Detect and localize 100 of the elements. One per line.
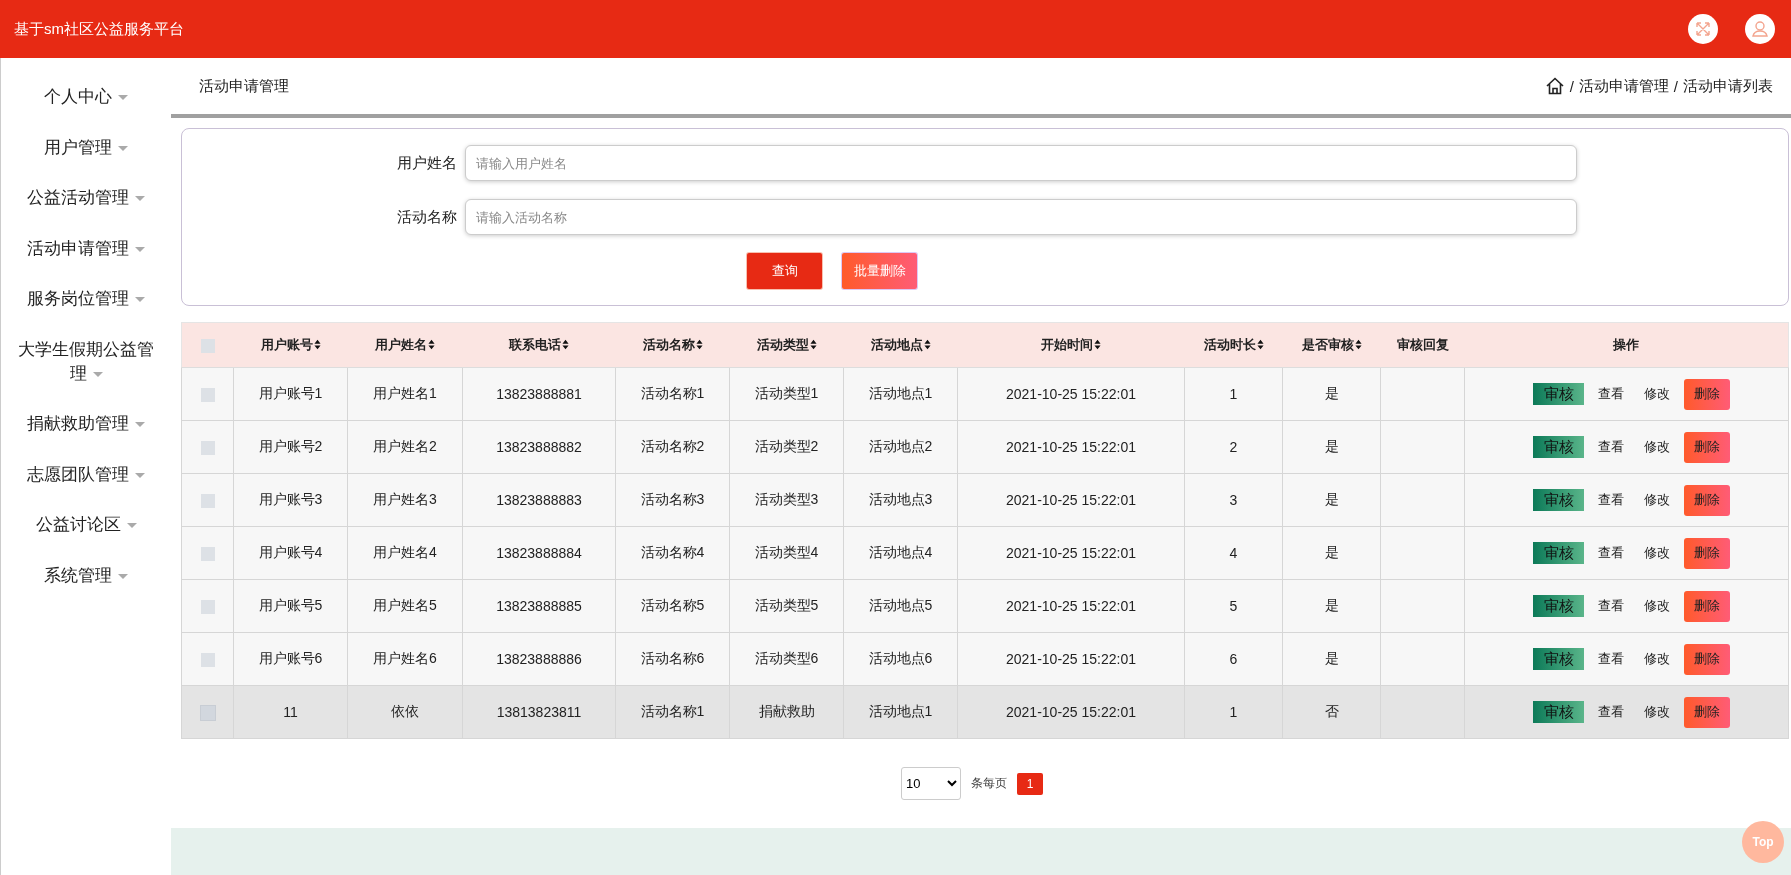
table-cell: 用户账号2: [233, 420, 348, 474]
table-cell: 用户姓名2: [347, 420, 463, 474]
home-icon[interactable]: [1544, 76, 1565, 96]
audit-button[interactable]: 审核: [1533, 383, 1584, 405]
delete-button[interactable]: 删除: [1684, 484, 1730, 516]
table-cell: 活动地点6: [843, 632, 958, 686]
table-cell: 活动类型4: [729, 526, 844, 580]
audit-button[interactable]: 审核: [1533, 489, 1584, 511]
table-cell: 活动类型3: [729, 473, 844, 527]
column-header[interactable]: 活动地点: [843, 322, 958, 368]
search-field[interactable]: 请输入用户姓名: [465, 145, 1577, 181]
sort-icon[interactable]: [809, 339, 817, 350]
sidebar-item[interactable]: 公益活动管理: [1, 186, 171, 210]
sort-icon[interactable]: [1256, 339, 1264, 350]
sort-icon[interactable]: [695, 339, 703, 350]
audit-button[interactable]: 审核: [1533, 542, 1584, 564]
table-cell: 是: [1282, 367, 1381, 421]
delete-button[interactable]: 删除: [1684, 696, 1730, 728]
sidebar-item[interactable]: 大学生假期公益管理: [1, 337, 171, 386]
breadcrumb-separator: /: [1673, 77, 1678, 95]
page-button[interactable]: 1: [1017, 772, 1043, 795]
view-link[interactable]: 查看: [1592, 491, 1630, 509]
sort-icon[interactable]: [313, 339, 321, 350]
user-icon[interactable]: [1745, 14, 1775, 44]
column-header[interactable]: 用户账号: [233, 322, 348, 368]
sidebar-item[interactable]: 个人中心: [1, 85, 171, 109]
view-link[interactable]: 查看: [1592, 385, 1630, 403]
audit-button[interactable]: 审核: [1533, 701, 1584, 723]
audit-button[interactable]: 审核: [1533, 648, 1584, 670]
table-cell: 2021-10-25 15:22:01: [957, 526, 1185, 580]
query-button[interactable]: 查询: [747, 253, 822, 289]
table-cell: 13823888881: [462, 367, 616, 421]
checkbox[interactable]: [200, 388, 215, 403]
sidebar-item[interactable]: 用户管理: [1, 135, 171, 160]
sidebar-item[interactable]: 志愿团队管理: [1, 462, 171, 487]
table-cell: 5: [1184, 579, 1283, 633]
view-link[interactable]: 查看: [1592, 597, 1630, 615]
column-header[interactable]: 活动名称: [615, 322, 730, 368]
table-cell: 活动名称2: [615, 420, 730, 474]
table-cell: 2021-10-25 15:22:01: [957, 579, 1185, 633]
table-cell: 用户账号1: [233, 367, 348, 421]
table-cell: 用户姓名5: [347, 579, 463, 633]
edit-link[interactable]: 修改: [1638, 650, 1676, 668]
column-header[interactable]: 用户姓名: [347, 322, 463, 368]
column-header[interactable]: 联系电话: [462, 322, 616, 368]
page-size-select[interactable]: 10: [901, 767, 961, 800]
sort-icon[interactable]: [562, 339, 569, 350]
table-cell: 是: [1282, 526, 1381, 580]
delete-button[interactable]: 删除: [1684, 378, 1730, 410]
fullscreen-icon[interactable]: [1688, 14, 1718, 44]
checkbox[interactable]: [200, 706, 215, 721]
edit-link[interactable]: 修改: [1638, 385, 1676, 403]
table-cell: 是: [1282, 632, 1381, 686]
checkbox[interactable]: [200, 338, 215, 353]
column-header[interactable]: 活动时长: [1184, 322, 1283, 368]
column-header[interactable]: 是否审核: [1282, 322, 1381, 368]
edit-link[interactable]: 修改: [1638, 597, 1676, 615]
view-link[interactable]: 查看: [1592, 703, 1630, 721]
sidebar-item[interactable]: 公益讨论区: [1, 513, 171, 537]
checkbox[interactable]: [200, 547, 215, 562]
table-cell: 活动名称4: [615, 526, 730, 580]
table-cell: 是: [1282, 473, 1381, 527]
checkbox[interactable]: [200, 600, 215, 615]
delete-button[interactable]: 删除: [1684, 643, 1730, 675]
table-cell: 用户姓名3: [347, 473, 463, 527]
delete-button[interactable]: 删除: [1684, 537, 1730, 569]
search-field[interactable]: 请输入活动名称: [465, 199, 1577, 235]
breadcrumb-item[interactable]: 活动申请管理: [1578, 76, 1669, 96]
column-header[interactable]: 开始时间: [957, 322, 1185, 368]
checkbox[interactable]: [200, 441, 215, 456]
checkbox[interactable]: [200, 494, 215, 509]
table-cell: 活动地点2: [843, 420, 958, 474]
audit-button[interactable]: 审核: [1533, 436, 1584, 458]
checkbox[interactable]: [200, 653, 215, 668]
view-link[interactable]: 查看: [1592, 650, 1630, 668]
delete-button[interactable]: 删除: [1684, 590, 1730, 622]
sidebar-item[interactable]: 服务岗位管理: [1, 287, 171, 311]
edit-link[interactable]: 修改: [1638, 544, 1676, 562]
audit-button[interactable]: 审核: [1533, 595, 1584, 617]
sidebar-item[interactable]: 活动申请管理: [1, 236, 171, 261]
edit-link[interactable]: 修改: [1638, 703, 1676, 721]
delete-button[interactable]: 删除: [1684, 431, 1730, 463]
sort-icon[interactable]: [1354, 339, 1362, 350]
table-cell: 活动名称1: [615, 367, 730, 421]
breadcrumb-item[interactable]: 活动申请列表: [1683, 76, 1773, 96]
sort-icon[interactable]: [428, 339, 435, 350]
table-cell: 活动类型5: [729, 579, 844, 633]
table-cell: 活动类型2: [729, 420, 844, 474]
sort-icon[interactable]: [923, 339, 931, 350]
sidebar-item[interactable]: 捐献救助管理: [1, 412, 171, 436]
edit-link[interactable]: 修改: [1638, 491, 1676, 509]
sort-icon[interactable]: [1094, 339, 1101, 350]
page-size-label: 条每页: [971, 775, 1007, 792]
view-link[interactable]: 查看: [1592, 438, 1630, 456]
sidebar-item[interactable]: 系统管理: [1, 563, 171, 588]
view-link[interactable]: 查看: [1592, 544, 1630, 562]
table-cell: 用户账号6: [233, 632, 348, 686]
edit-link[interactable]: 修改: [1638, 438, 1676, 456]
table-cell: 活动地点1: [843, 685, 958, 739]
column-header[interactable]: 活动类型: [729, 322, 844, 368]
